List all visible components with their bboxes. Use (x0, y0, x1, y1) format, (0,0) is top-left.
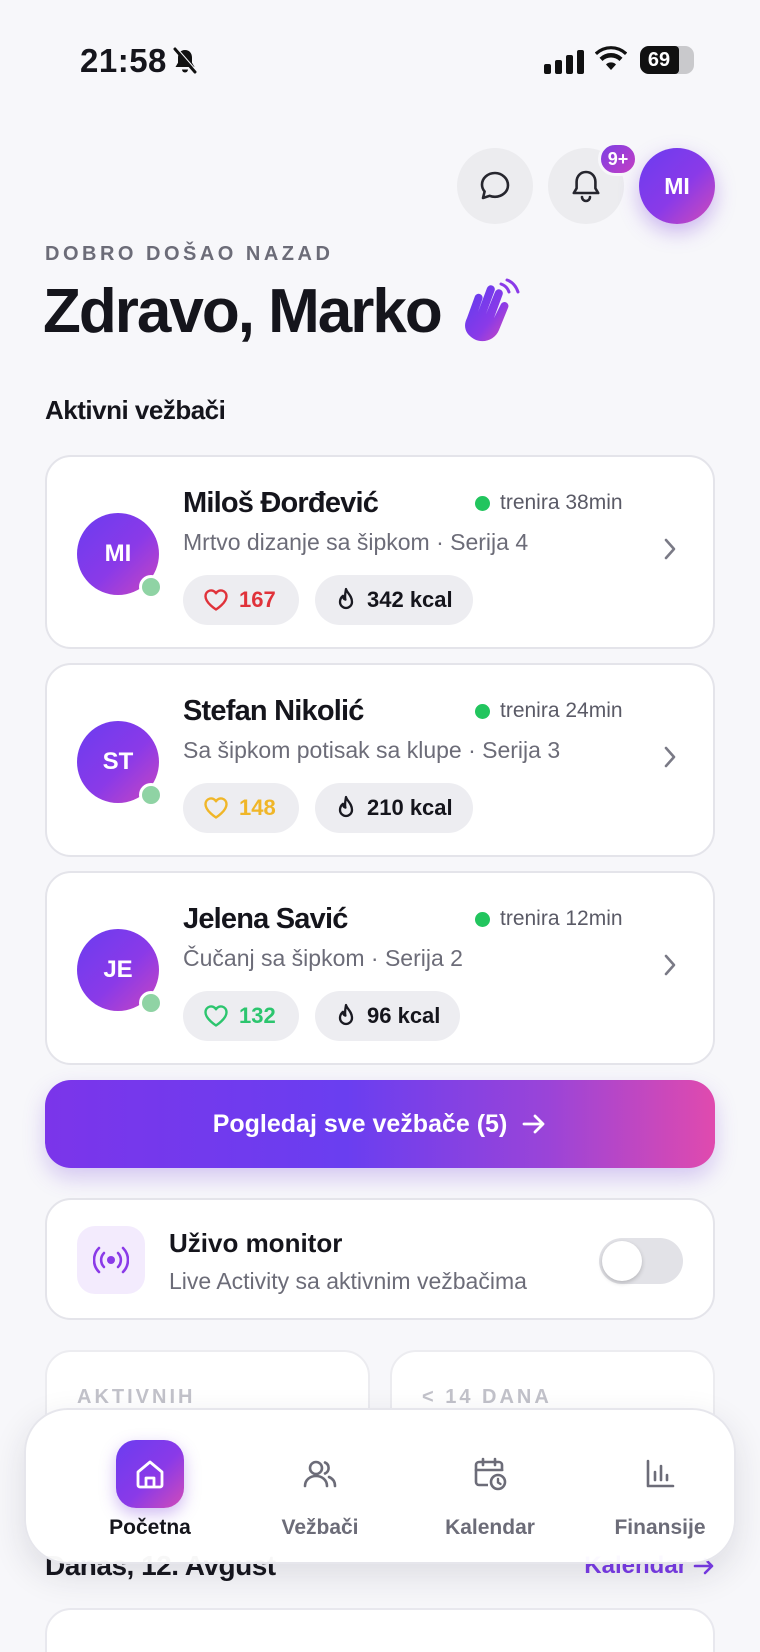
heart-icon (204, 589, 228, 611)
calendar-clock-icon (456, 1440, 524, 1508)
status-time: 21:58 (80, 42, 167, 79)
chevron-right-icon (664, 954, 676, 976)
stat-label: AKTIVNIH (77, 1386, 196, 1408)
training-duration: trenira 24min (500, 699, 623, 722)
current-exercise: Čučanj sa šipkom · Serija 2 (183, 945, 463, 971)
calories-pill: 342 kcal (315, 575, 473, 625)
wifi-icon (595, 46, 627, 70)
trainee-card[interactable]: MI Miloš Đorđević trenira 38min Mrtvo di… (45, 455, 715, 649)
online-indicator (139, 575, 163, 599)
trainee-name: Miloš Đorđević (183, 487, 379, 519)
welcome-label: DOBRO DOŠAO NAZAD (45, 243, 334, 265)
battery-icon: 69 (640, 46, 694, 74)
tab-label: Kalendar (445, 1516, 535, 1539)
tab-home[interactable]: Početna (65, 1440, 235, 1540)
calories-value: 96 kcal (367, 1003, 441, 1028)
heart-rate-value: 148 (239, 795, 276, 820)
page-title: Zdravo, Marko (43, 276, 521, 347)
trainee-card[interactable]: JE Jelena Savić trenira 12min Čučanj sa … (45, 871, 715, 1065)
arrow-right-icon (522, 1114, 545, 1134)
notification-badge: 9+ (598, 142, 638, 176)
tab-label: Početna (109, 1516, 191, 1539)
live-monitor-toggle[interactable] (599, 1238, 683, 1284)
flame-icon (338, 795, 354, 818)
trainee-name: Stefan Nikolić (183, 695, 364, 727)
profile-avatar[interactable]: MI (639, 148, 715, 224)
cellular-signal-icon (544, 50, 584, 74)
calories-pill: 96 kcal (315, 991, 461, 1041)
current-exercise: Mrtvo dizanje sa šipkom · Serija 4 (183, 529, 529, 555)
heart-rate-value: 132 (239, 1003, 276, 1028)
calories-value: 342 kcal (367, 587, 453, 612)
trainee-card[interactable]: ST Stefan Nikolić trenira 24min Sa šipko… (45, 663, 715, 857)
chat-bubble-icon (480, 171, 510, 200)
chevron-right-icon (664, 746, 676, 768)
stat-label: < 14 DANA (422, 1386, 552, 1408)
live-monitor-card: Uživo monitor Live Activity sa aktivnim … (45, 1198, 715, 1320)
bell-icon (572, 170, 600, 203)
training-status: trenira 38min (475, 491, 623, 515)
heart-rate-pill: 132 (183, 991, 299, 1041)
current-exercise: Sa šipkom potisak sa klupe · Serija 3 (183, 737, 561, 763)
training-duration: trenira 38min (500, 491, 623, 514)
tab-finance[interactable]: Finansije (575, 1440, 745, 1540)
heart-rate-pill: 167 (183, 575, 299, 625)
toggle-knob (602, 1241, 642, 1281)
silent-mode-icon (173, 47, 197, 74)
heart-icon (204, 1005, 228, 1027)
heart-rate-pill: 148 (183, 783, 299, 833)
greeting-text: Zdravo, Marko (43, 277, 443, 346)
live-monitor-subtitle: Live Activity sa aktivnim vežbačima (169, 1268, 527, 1294)
trainee-name: Jelena Savić (183, 903, 348, 935)
broadcast-icon (77, 1226, 145, 1294)
live-monitor-title: Uživo monitor (169, 1228, 343, 1258)
view-all-trainees-button[interactable]: Pogledaj sve vežbače (5) (45, 1080, 715, 1168)
schedule-card (45, 1608, 715, 1652)
calories-pill: 210 kcal (315, 783, 473, 833)
messages-button[interactable] (457, 148, 533, 224)
online-indicator (139, 991, 163, 1015)
tab-label: Vežbači (281, 1516, 359, 1539)
flame-icon (338, 587, 354, 610)
tab-bar: Početna Vežbači Kalendar Finansije (24, 1408, 736, 1564)
bar-chart-icon (626, 1440, 694, 1508)
live-dot-icon (475, 495, 490, 511)
flame-icon (338, 1003, 354, 1026)
live-dot-icon (475, 911, 490, 927)
chevron-right-icon (664, 538, 676, 560)
waving-hand-icon (464, 278, 520, 341)
users-icon (286, 1440, 354, 1508)
active-trainees-title: Aktivni vežbači (45, 395, 226, 425)
view-all-label: Pogledaj sve vežbače (5) (212, 1109, 508, 1138)
heart-rate-value: 167 (239, 587, 276, 612)
training-duration: trenira 12min (500, 907, 623, 930)
tab-trainees[interactable]: Vežbači (235, 1440, 405, 1540)
battery-percent: 69 (647, 49, 671, 71)
online-indicator (139, 783, 163, 807)
training-status: trenira 12min (475, 907, 623, 931)
tab-calendar[interactable]: Kalendar (405, 1440, 575, 1540)
calories-value: 210 kcal (367, 795, 453, 820)
tab-label: Finansije (614, 1516, 706, 1539)
home-icon (116, 1440, 184, 1508)
training-status: trenira 24min (475, 699, 623, 723)
heart-icon (204, 797, 228, 819)
live-dot-icon (475, 703, 490, 719)
notifications-button[interactable]: 9+ (548, 142, 638, 224)
status-bar: 21:58 69 (0, 0, 760, 110)
